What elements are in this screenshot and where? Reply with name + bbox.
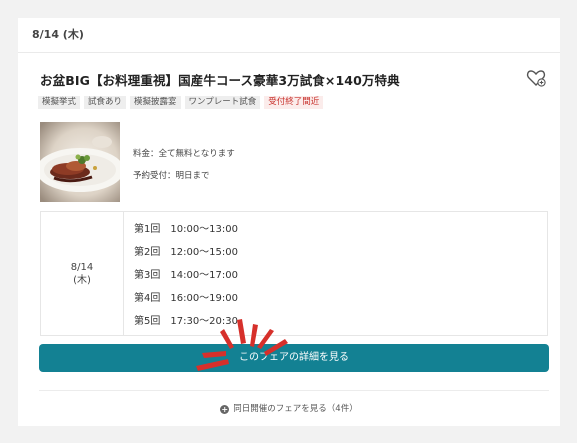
same-day-fairs-link[interactable]: + 同日開催のフェアを見る（4件） — [18, 402, 560, 414]
tag-closing-soon: 受付終了間近 — [264, 96, 324, 109]
tag-shishoku: 試食あり — [84, 96, 127, 109]
schedule-date: 8/14 — [70, 261, 94, 273]
heart-plus-icon[interactable] — [526, 69, 546, 87]
same-day-fairs-label: 同日開催のフェアを見る（4件） — [233, 404, 358, 414]
schedule-slot-1: 第1回 10:00〜13:00 — [134, 224, 238, 235]
tag-list: 模擬挙式 試食あり 模擬披露宴 ワンプレート試食 受付終了間近 — [38, 96, 324, 109]
fair-info: 料金：全て無料となります 予約受付：明日まで — [133, 147, 235, 191]
tag-mogi-hiroen: 模擬披露宴 — [130, 96, 181, 109]
schedule-date-cell: 8/14 (木) — [41, 212, 124, 335]
schedule-slot-2: 第2回 12:00〜15:00 — [134, 247, 238, 258]
schedule-slots: 第1回 10:00〜13:00 第2回 12:00〜15:00 第3回 14:0… — [124, 212, 238, 335]
schedule-slot-3: 第3回 14:00〜17:00 — [134, 270, 238, 281]
plus-circle-icon: + — [220, 405, 230, 414]
schedule-table: 8/14 (木) 第1回 10:00〜13:00 第2回 12:00〜15:00… — [40, 211, 548, 336]
fair-title[interactable]: お盆BIG【お料理重視】国産牛コース豪華3万試食×140万特典 — [40, 70, 400, 89]
schedule-weekday: (木) — [73, 274, 91, 286]
reservation-text: 予約受付：明日まで — [133, 171, 210, 181]
fee-text: 料金：全て無料となります — [133, 149, 235, 159]
divider — [39, 390, 549, 391]
schedule-slot-5: 第5回 17:30〜20:30 — [134, 316, 238, 327]
fair-date-header: 8/14 (木) — [18, 18, 560, 53]
fair-card: 8/14 (木) お盆BIG【お料理重視】国産牛コース豪華3万試食×140万特典… — [18, 18, 560, 426]
food-photo[interactable] — [40, 122, 120, 202]
schedule-slot-4: 第4回 16:00〜19:00 — [134, 293, 238, 304]
view-fair-details-button[interactable]: このフェアの詳細を見る — [39, 344, 549, 372]
tag-mogi-kyoshiki: 模擬挙式 — [38, 96, 81, 109]
tag-one-plate: ワンプレート試食 — [184, 96, 261, 109]
